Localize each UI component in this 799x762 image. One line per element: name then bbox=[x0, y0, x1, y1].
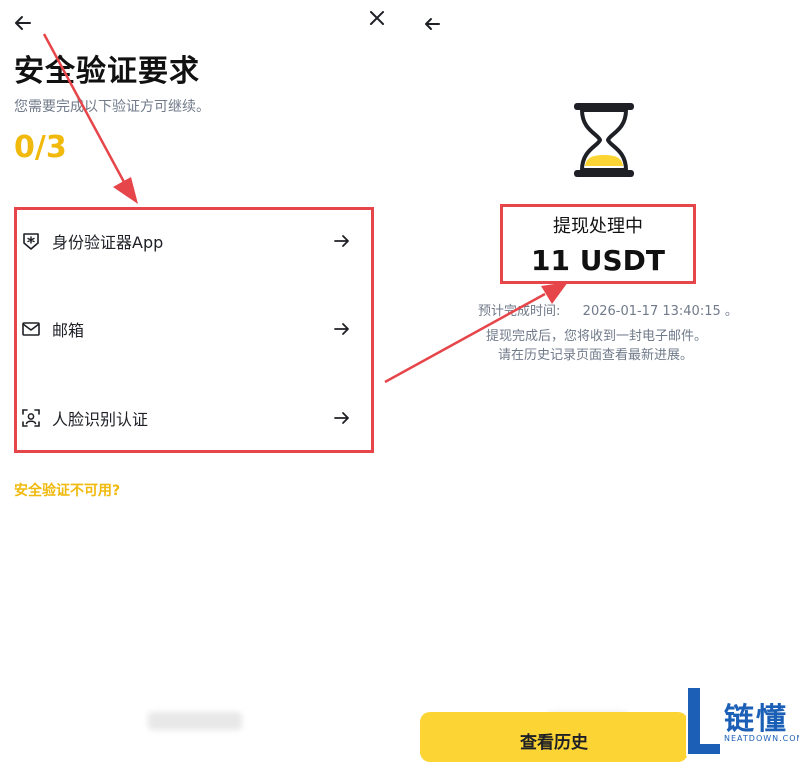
status-title: 提现处理中 bbox=[553, 216, 643, 237]
eta-value: 2026-01-17 13:40:15 。 bbox=[582, 304, 738, 319]
page-title: 安全验证要求 bbox=[14, 54, 200, 89]
annotation-arrowhead bbox=[113, 177, 138, 204]
arrow-right-icon bbox=[334, 412, 349, 424]
face-scan-icon bbox=[22, 409, 40, 427]
history-notice: 请在历史记录页面查看最新进展。 bbox=[498, 348, 694, 363]
watermark-brand: 链懂 bbox=[724, 702, 788, 737]
back-arrow-icon[interactable] bbox=[420, 12, 444, 36]
option-label: 人脸识别认证 bbox=[52, 410, 149, 429]
blurred-region bbox=[148, 712, 242, 730]
email-notice: 提现完成后，您将收到一封电子邮件。 bbox=[486, 329, 708, 344]
authenticator-shield-icon bbox=[23, 233, 39, 250]
estimated-completion: 预计完成时间: 2026-01-17 13:40:15 。 bbox=[478, 300, 738, 319]
view-history-button[interactable]: 查看历史 bbox=[420, 712, 688, 762]
option-authenticator-app[interactable]: 身份验证器App bbox=[14, 221, 354, 261]
hourglass-icon bbox=[574, 103, 634, 177]
envelope-icon bbox=[22, 322, 40, 336]
arrow-right-icon bbox=[334, 323, 349, 335]
close-icon[interactable] bbox=[366, 7, 388, 29]
back-arrow-icon[interactable] bbox=[10, 10, 36, 36]
option-label: 身份验证器App bbox=[52, 233, 164, 252]
security-unavailable-link[interactable]: 安全验证不可用? bbox=[14, 480, 120, 500]
watermark-site: NEATDOWN.COM bbox=[724, 734, 799, 743]
eta-label: 预计完成时间: bbox=[478, 304, 561, 319]
verification-progress: 0/3 bbox=[14, 130, 67, 165]
withdrawal-amount: 11 USDT bbox=[531, 244, 665, 277]
option-label: 邮箱 bbox=[52, 321, 85, 340]
option-email[interactable]: 邮箱 bbox=[14, 309, 354, 349]
page-subtitle: 您需要完成以下验证方可继续。 bbox=[14, 99, 210, 115]
arrow-right-icon bbox=[334, 235, 349, 247]
option-face-recognition[interactable]: 人脸识别认证 bbox=[14, 398, 354, 438]
